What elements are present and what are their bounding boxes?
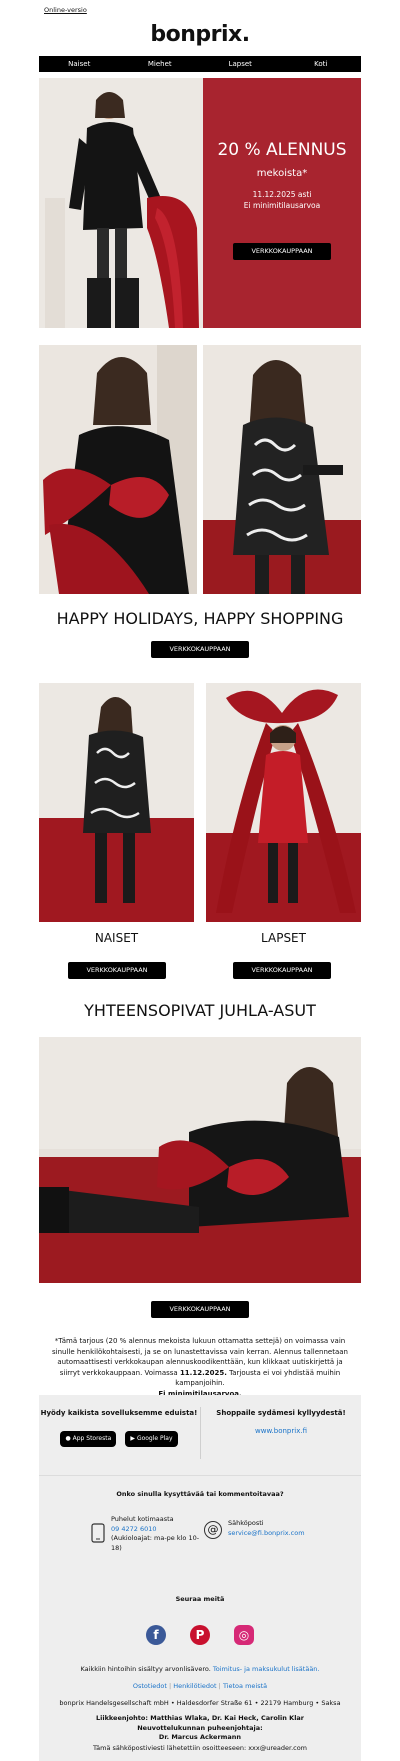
footer-link-henkilotiedot[interactable]: Henkilötiedot [173, 1682, 216, 1690]
bonprix-logo[interactable]: bonprix. [0, 22, 400, 47]
photo-woman-print-dress-illustration [203, 345, 361, 594]
at-sign-icon: @ [204, 1521, 222, 1539]
phone-contact: Puhelut kotimaasta 09 4272 6010 (Aukiolo… [91, 1515, 201, 1565]
footer-shop-title: Shoppaile sydämesi kyllyydestä! [216, 1409, 346, 1417]
naiset-shop-button[interactable]: VERKKOKAUPPAAN [68, 962, 166, 979]
instagram-icon[interactable]: ◎ [234, 1625, 254, 1645]
recipient-note: Tämä sähköpostiviesti lähetettiin osoitt… [92, 1744, 308, 1752]
happy-holidays-shop-button[interactable]: VERKKOKAUPPAAN [151, 641, 249, 658]
hero-photo-illustration [39, 78, 203, 328]
footer-separator [39, 1475, 361, 1476]
management-info: Liikkeenjohto: Matthias Wlaka, Dr. Kai H… [95, 1714, 305, 1741]
outfits-title: YHTEENSOPIVAT JUHLA-ASUT [84, 1001, 316, 1020]
photo-woman-black-bow-dress[interactable] [39, 345, 197, 594]
play-icon: ▶ [130, 1435, 136, 1442]
nav-item-miehet[interactable]: Miehet [120, 56, 201, 72]
company-address: bonprix Handelsgesellschaft mbH • Haldes… [59, 1699, 341, 1707]
footer: Hyödy kaikista sovelluksemme eduista! ● … [39, 1395, 361, 1761]
footer-apps-title: Hyödy kaikista sovelluksemme eduista! [40, 1409, 198, 1417]
category-photo-lapset[interactable] [206, 683, 361, 922]
photo-woman-lying-bow-dress[interactable] [39, 1037, 361, 1283]
hero-promo-panel[interactable]: 20 % ALENNUS mekoista* 11.12.2025 asti E… [203, 78, 361, 328]
footer-shop-link[interactable]: www.bonprix.fi [201, 1427, 361, 1435]
online-version-link[interactable]: Online-versio [44, 6, 87, 14]
phone-label: Puhelut kotimaasta [111, 1515, 174, 1523]
photo-woman-lying-bow-dress-illustration [39, 1037, 361, 1283]
email-link[interactable]: service@fi.bonprix.com [228, 1529, 305, 1539]
app-store-badge[interactable]: ● App Storesta [60, 1431, 117, 1447]
facebook-icon[interactable]: f [146, 1625, 166, 1645]
pinterest-icon[interactable]: P [190, 1625, 210, 1645]
nav-item-lapset[interactable]: Lapset [200, 56, 281, 72]
main-nav: Naiset Miehet Lapset Koti [39, 56, 361, 72]
phone-number-link[interactable]: 09 4272 6010 [111, 1525, 201, 1535]
category-label-naiset: NAISET [94, 931, 139, 945]
social-links: f P ◎ [39, 1625, 361, 1645]
email-contact: @ Sähköposti service@fi.bonprix.com [204, 1515, 324, 1555]
outfits-shop-button[interactable]: VERKKOKAUPPAAN [151, 1301, 249, 1318]
hero-photo-woman-black-dress[interactable] [39, 78, 203, 328]
hero-subheadline: mekoista* [256, 168, 308, 179]
hero-headline: 20 % ALENNUS [217, 140, 347, 160]
disclaimer-text: *Tämä tarjous (20 % alennus mekoista luk… [52, 1337, 348, 1398]
nav-item-koti[interactable]: Koti [281, 56, 362, 72]
hero-date-text: 11.12.2025 asti Ei minimitilausarvoa [243, 190, 321, 210]
footer-link-ostotiedot[interactable]: Ostotiedot [133, 1682, 167, 1690]
category-photo-lapset-illustration [206, 683, 361, 922]
category-photo-naiset[interactable] [39, 683, 194, 922]
apple-icon: ● [65, 1435, 71, 1442]
lapset-shop-button[interactable]: VERKKOKAUPPAAN [233, 962, 331, 979]
hero-shop-button[interactable]: VERKKOKAUPPAAN [233, 243, 331, 260]
google-play-badge[interactable]: ▶ Google Play [125, 1431, 178, 1447]
phone-hours: (Aukioloajat: ma-pe klo 10-18) [111, 1534, 200, 1552]
prices-note: Kaikkiin hintoihin sisältyy arvonlisäver… [80, 1665, 320, 1673]
footer-question: Onko sinulla kysyttävää tai kommentoitav… [116, 1490, 284, 1498]
photo-woman-black-bow-dress-illustration [39, 345, 197, 594]
photo-woman-print-dress[interactable] [203, 345, 361, 594]
footer-links: Ostotiedot | Henkilötiedot | Tietoa meis… [132, 1682, 268, 1690]
follow-us-title: Seuraa meitä [175, 1595, 225, 1603]
happy-holidays-title: HAPPY HOLIDAYS, HAPPY SHOPPING [56, 609, 344, 628]
category-label-lapset: LAPSET [261, 931, 306, 945]
footer-shop-block: Shoppaile sydämesi kyllyydestä! www.bonp… [201, 1395, 361, 1475]
hero-banner[interactable]: 20 % ALENNUS mekoista* 11.12.2025 asti E… [39, 78, 361, 328]
footer-apps-block: Hyödy kaikista sovelluksemme eduista! ● … [39, 1395, 199, 1475]
category-photo-naiset-illustration [39, 683, 194, 922]
footer-link-tietoa-meista[interactable]: Tietoa meistä [223, 1682, 267, 1690]
nav-item-naiset[interactable]: Naiset [39, 56, 120, 72]
email-label: Sähköposti [228, 1519, 264, 1527]
shipping-costs-link[interactable]: Toimitus- ja maksukulut lisätään. [213, 1665, 320, 1673]
phone-icon [91, 1523, 105, 1543]
